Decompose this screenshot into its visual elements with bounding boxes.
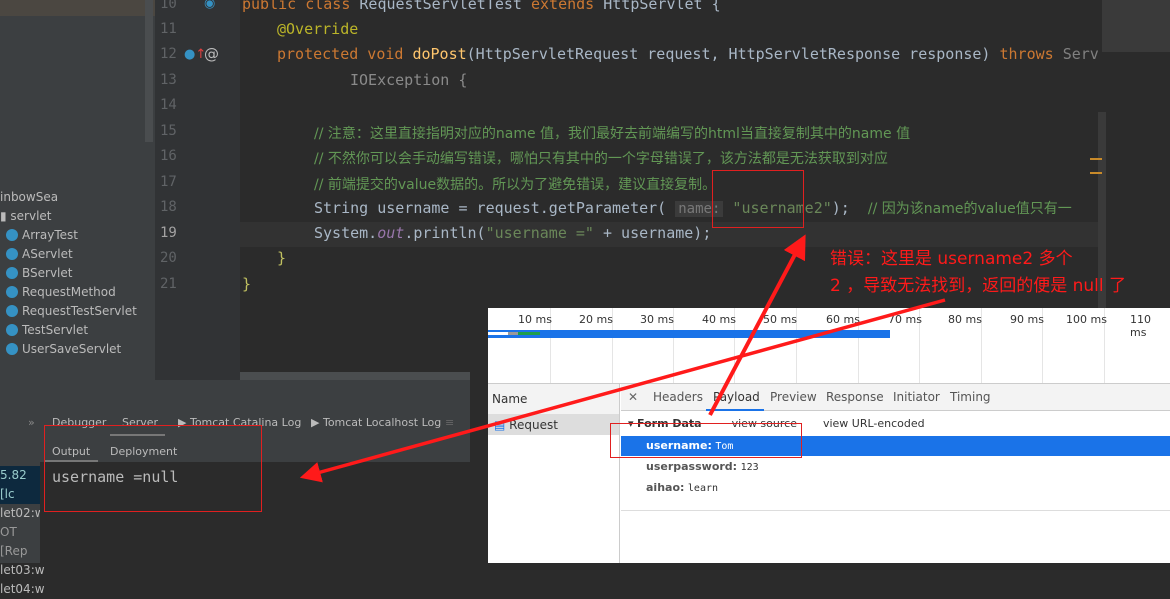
server-item[interactable]: let04:w (0, 580, 45, 599)
arrow-to-output (299, 298, 946, 483)
annotation-text-line2: 2 ，导致无法找到，返回的便是 null 了 (830, 276, 1127, 296)
annotation-text-line1: 错误：这里是 username2 多个 (830, 249, 1073, 269)
server-item[interactable]: let03:w (0, 561, 45, 580)
arrow-to-code (708, 234, 806, 416)
